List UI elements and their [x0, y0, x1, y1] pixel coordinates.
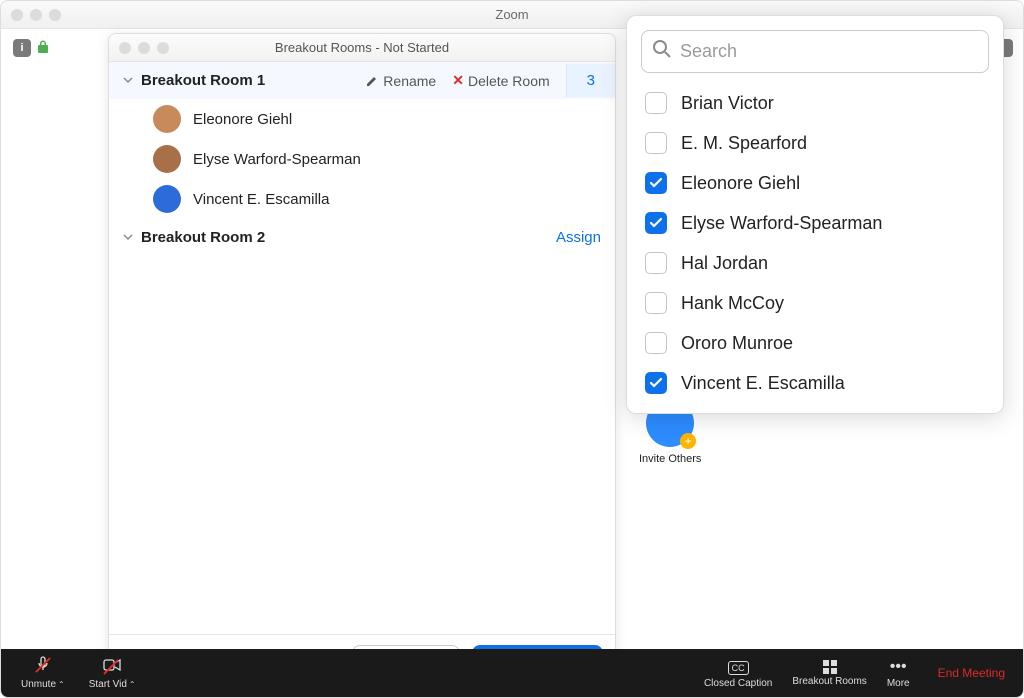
- participant-name: Vincent E. Escamilla: [193, 191, 329, 208]
- end-meeting-button[interactable]: End Meeting: [920, 666, 1023, 680]
- participant-name: Elyse Warford-Spearman: [193, 151, 361, 168]
- assign-button[interactable]: Assign: [556, 229, 601, 246]
- minimize-window-icon[interactable]: [30, 9, 42, 21]
- participant-name: Hank McCoy: [681, 293, 784, 314]
- maximize-window-icon[interactable]: [49, 9, 61, 21]
- minimize-icon[interactable]: [138, 42, 150, 54]
- avatar: [153, 145, 181, 173]
- participants-checklist: Brian Victor E. M. Spearford Eleonore Gieh…: [641, 83, 989, 403]
- checkbox[interactable]: [645, 92, 667, 114]
- breakout-rooms-button[interactable]: Breakout Rooms: [782, 656, 876, 691]
- checkbox[interactable]: [645, 252, 667, 274]
- breakout-title: Breakout Rooms - Not Started: [275, 40, 449, 55]
- avatar: [153, 105, 181, 133]
- participant-item[interactable]: Elyse Warford-Spearman: [109, 139, 615, 179]
- checkbox[interactable]: [645, 212, 667, 234]
- participant-name: Hal Jordan: [681, 253, 768, 274]
- invite-plus-icon: +: [680, 433, 696, 449]
- delete-room-button[interactable]: ✕ Delete Room: [452, 72, 549, 89]
- participant-checkbox-row[interactable]: Elyse Warford-Spearman: [641, 203, 989, 243]
- avatar: [153, 185, 181, 213]
- search-box[interactable]: [641, 30, 989, 73]
- participant-name: Eleonore Giehl: [681, 173, 800, 194]
- participant-checkbox-row[interactable]: Eleonore Giehl: [641, 163, 989, 203]
- close-window-icon[interactable]: [11, 9, 23, 21]
- encryption-lock-icon[interactable]: [37, 40, 49, 57]
- participant-name: Ororo Munroe: [681, 333, 793, 354]
- room-header[interactable]: Breakout Room 2 Assign: [109, 219, 615, 256]
- microphone-muted-icon: [35, 656, 51, 677]
- pencil-icon: [365, 74, 379, 88]
- participant-name: Eleonore Giehl: [193, 111, 292, 128]
- participant-checkbox-row[interactable]: Hal Jordan: [641, 243, 989, 283]
- more-button[interactable]: ••• More: [877, 654, 920, 693]
- checkbox[interactable]: [645, 292, 667, 314]
- chevron-up-icon[interactable]: ⌃: [58, 680, 65, 689]
- participant-count[interactable]: 3: [566, 64, 615, 97]
- video-off-icon: [103, 658, 121, 677]
- assign-participants-popover: Brian Victor E. M. Spearford Eleonore Gieh…: [626, 15, 1004, 414]
- participant-item[interactable]: Vincent E. Escamilla: [109, 179, 615, 219]
- unmute-button[interactable]: Unmute⌃: [11, 652, 75, 694]
- invite-label: Invite Others: [639, 453, 701, 465]
- rooms-list: Breakout Room 1 Rename ✕ Delete Room 3 E…: [109, 62, 615, 634]
- search-icon: [652, 39, 672, 64]
- more-icon: •••: [890, 658, 907, 676]
- top-left-icons: i: [13, 39, 49, 57]
- participant-checkbox-row[interactable]: Brian Victor: [641, 83, 989, 123]
- checkbox[interactable]: [645, 332, 667, 354]
- checkbox[interactable]: [645, 132, 667, 154]
- search-input[interactable]: [680, 41, 978, 62]
- start-video-button[interactable]: Start Vid⌃: [79, 654, 146, 694]
- room-name: Breakout Room 1: [141, 72, 265, 89]
- checkbox[interactable]: [645, 372, 667, 394]
- zoom-toolbar: Unmute⌃ Start Vid⌃ CC Closed Caption Bre…: [1, 649, 1023, 697]
- app-title: Zoom: [495, 7, 528, 22]
- traffic-lights[interactable]: [11, 9, 61, 21]
- participant-checkbox-row[interactable]: Ororo Munroe: [641, 323, 989, 363]
- participant-name: Brian Victor: [681, 93, 774, 114]
- chevron-down-icon[interactable]: [123, 231, 133, 245]
- closed-caption-button[interactable]: CC Closed Caption: [694, 654, 782, 693]
- breakout-rooms-panel: Breakout Rooms - Not Started Breakout Ro…: [108, 33, 616, 688]
- rename-button[interactable]: Rename: [365, 73, 436, 89]
- room-name: Breakout Room 2: [141, 229, 265, 246]
- participant-name: Elyse Warford-Spearman: [681, 213, 882, 234]
- participant-name: Vincent E. Escamilla: [681, 373, 845, 394]
- close-icon[interactable]: [119, 42, 131, 54]
- x-icon: ✕: [452, 72, 464, 89]
- meeting-info-icon[interactable]: i: [13, 39, 31, 57]
- chevron-up-icon[interactable]: ⌃: [129, 680, 136, 689]
- breakout-traffic-lights[interactable]: [119, 42, 169, 54]
- room-header[interactable]: Breakout Room 1 Rename ✕ Delete Room 3: [109, 62, 615, 99]
- cc-icon: CC: [728, 658, 749, 676]
- participant-item[interactable]: Eleonore Giehl: [109, 99, 615, 139]
- maximize-icon[interactable]: [157, 42, 169, 54]
- chevron-down-icon[interactable]: [123, 74, 133, 88]
- breakout-titlebar: Breakout Rooms - Not Started: [109, 34, 615, 62]
- participant-name: E. M. Spearford: [681, 133, 807, 154]
- participant-checkbox-row[interactable]: Vincent E. Escamilla: [641, 363, 989, 403]
- participant-checkbox-row[interactable]: Hank McCoy: [641, 283, 989, 323]
- checkbox[interactable]: [645, 172, 667, 194]
- grid-icon: [823, 660, 837, 674]
- participant-checkbox-row[interactable]: E. M. Spearford: [641, 123, 989, 163]
- zoom-main-window: Zoom i + Invite Others Breakout Rooms - …: [0, 0, 1024, 698]
